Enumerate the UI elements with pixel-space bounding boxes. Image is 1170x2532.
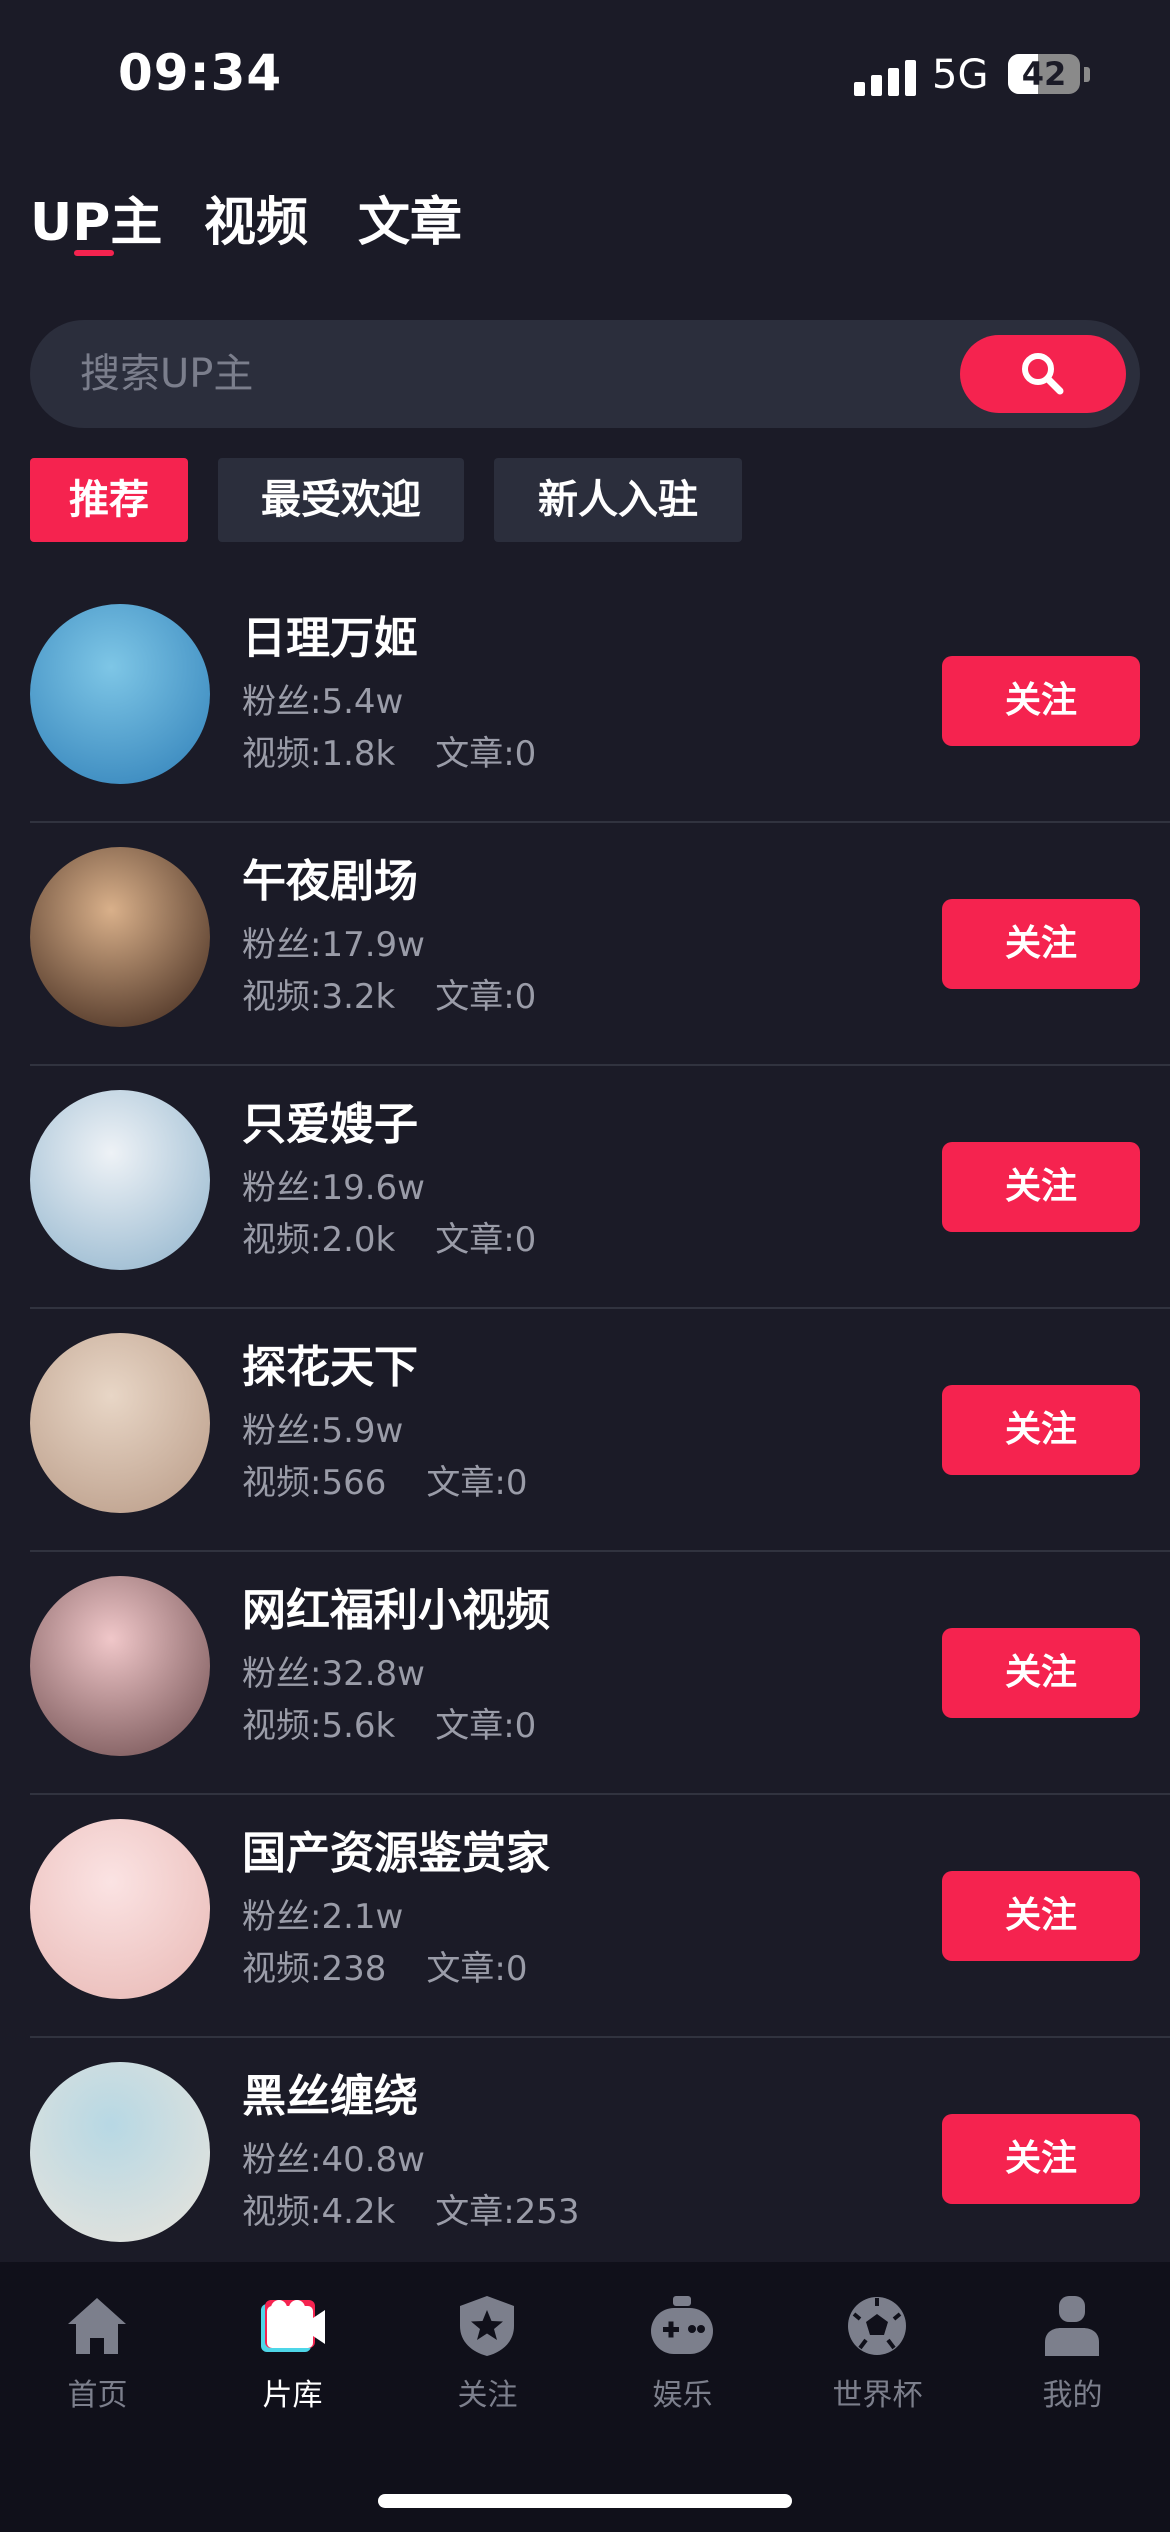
active-tab-indicator (74, 250, 114, 256)
content-stats: 视频:1.8k 文章:0 (242, 726, 536, 775)
up-name: 只爱嫂子 (242, 1099, 418, 1150)
article-count: 文章:0 (435, 1220, 537, 1260)
search-icon (1022, 353, 1064, 395)
fans-count: 粉丝:32.8w (242, 1654, 425, 1694)
battery-level: 42 (1021, 55, 1067, 93)
follow-button[interactable]: 关注 (942, 1871, 1140, 1961)
video-count: 视频:566 (242, 1463, 387, 1503)
list-item[interactable]: 网红福利小视频粉丝:32.8w 视频:5.6k 文章:0 关注 (0, 1552, 1170, 1795)
article-count: 文章:253 (435, 2192, 580, 2232)
gamepad-icon (651, 2296, 713, 2354)
fans-count: 粉丝:5.9w (242, 1411, 404, 1451)
article-count: 文章:0 (426, 1463, 528, 1503)
fans-count: 粉丝:2.1w (242, 1897, 404, 1937)
nav-follow[interactable]: 关注 (390, 2294, 585, 2414)
status-bar: 09:34 5G 42 (0, 0, 1170, 150)
video-count: 视频:1.8k (242, 734, 396, 774)
follow-button[interactable]: 关注 (942, 656, 1140, 746)
battery-icon: 42 (1008, 54, 1080, 94)
signal-icon (854, 60, 916, 96)
nav-home[interactable]: 首页 (0, 2294, 195, 2414)
content-stats: 视频:3.2k 文章:0 (242, 969, 536, 1018)
content-stats: 视频:566 文章:0 (242, 1455, 527, 1504)
list-item[interactable]: 只爱嫂子粉丝:19.6w 视频:2.0k 文章:0 关注 (0, 1066, 1170, 1309)
tab-video[interactable]: 视频 (204, 180, 308, 255)
filter-newcomers[interactable]: 新人入驻 (494, 458, 742, 542)
filter-most-popular[interactable]: 最受欢迎 (218, 458, 464, 542)
up-name: 网红福利小视频 (242, 1585, 550, 1636)
follow-button[interactable]: 关注 (942, 1142, 1140, 1232)
content-stats: 视频:2.0k 文章:0 (242, 1212, 536, 1261)
fans-count: 粉丝:5.4w (242, 682, 404, 722)
video-count: 视频:4.2k (242, 2192, 396, 2232)
follow-button[interactable]: 关注 (942, 899, 1140, 989)
filter-recommended[interactable]: 推荐 (30, 458, 188, 542)
video-count: 视频:3.2k (242, 977, 396, 1017)
nav-world-cup[interactable]: 世界杯 (780, 2294, 975, 2414)
search-bar (30, 320, 1140, 428)
follow-button[interactable]: 关注 (942, 1385, 1140, 1475)
list-item[interactable]: 探花天下粉丝:5.9w 视频:566 文章:0 关注 (0, 1309, 1170, 1552)
tab-article[interactable]: 文章 (358, 180, 462, 255)
article-count: 文章:0 (426, 1949, 528, 1989)
article-count: 文章:0 (435, 977, 537, 1017)
fans-count: 粉丝:17.9w (242, 925, 425, 965)
content-stats: 视频:4.2k 文章:253 (242, 2184, 580, 2233)
nav-library[interactable]: 片库 (195, 2294, 390, 2414)
home-indicator[interactable] (378, 2494, 792, 2508)
search-button[interactable] (960, 335, 1126, 413)
video-count: 视频:2.0k (242, 1220, 396, 1260)
article-count: 文章:0 (435, 734, 537, 774)
avatar[interactable] (30, 2062, 210, 2242)
status-time: 09:34 (118, 44, 283, 102)
content-stats: 视频:5.6k 文章:0 (242, 1698, 536, 1747)
nav-profile[interactable]: 我的 (975, 2294, 1170, 2414)
fans-count: 粉丝:40.8w (242, 2140, 425, 2180)
up-name: 黑丝缠绕 (242, 2071, 418, 2122)
list-item[interactable]: 午夜剧场粉丝:17.9w 视频:3.2k 文章:0 关注 (0, 823, 1170, 1066)
star-shield-icon (460, 2296, 514, 2356)
video-count: 视频:238 (242, 1949, 387, 1989)
follow-button[interactable]: 关注 (942, 1628, 1140, 1718)
list-item[interactable]: 黑丝缠绕粉丝:40.8w 视频:4.2k 文章:253 关注 (0, 2038, 1170, 2281)
article-count: 文章:0 (435, 1706, 537, 1746)
avatar[interactable] (30, 1333, 210, 1513)
follow-button[interactable]: 关注 (942, 2114, 1140, 2204)
avatar[interactable] (30, 604, 210, 784)
up-name: 探花天下 (242, 1342, 418, 1393)
list-item[interactable]: 日理万姬粉丝:5.4w 视频:1.8k 文章:0 关注 (0, 580, 1170, 823)
nav-entertainment[interactable]: 娱乐 (585, 2294, 780, 2414)
home-icon (68, 2298, 126, 2354)
avatar[interactable] (30, 1090, 210, 1270)
fans-count: 粉丝:19.6w (242, 1168, 425, 1208)
list-item[interactable]: 国产资源鉴赏家粉丝:2.1w 视频:238 文章:0 关注 (0, 1795, 1170, 2038)
avatar[interactable] (30, 1576, 210, 1756)
up-name: 国产资源鉴赏家 (242, 1828, 550, 1879)
video-count: 视频:5.6k (242, 1706, 396, 1746)
bottom-nav: 首页 片库 关注 娱乐 世界杯 我的 (0, 2262, 1170, 2532)
content-stats: 视频:238 文章:0 (242, 1941, 527, 1990)
video-library-icon (261, 2300, 325, 2352)
avatar[interactable] (30, 1819, 210, 1999)
avatar[interactable] (30, 847, 210, 1027)
tab-up-zhu[interactable]: UP主 (30, 180, 162, 255)
search-input[interactable] (80, 320, 930, 428)
network-type: 5G (932, 52, 989, 98)
soccer-ball-icon (848, 2297, 906, 2355)
up-name: 日理万姬 (242, 613, 418, 664)
user-icon (1045, 2296, 1099, 2356)
up-name: 午夜剧场 (242, 856, 418, 907)
